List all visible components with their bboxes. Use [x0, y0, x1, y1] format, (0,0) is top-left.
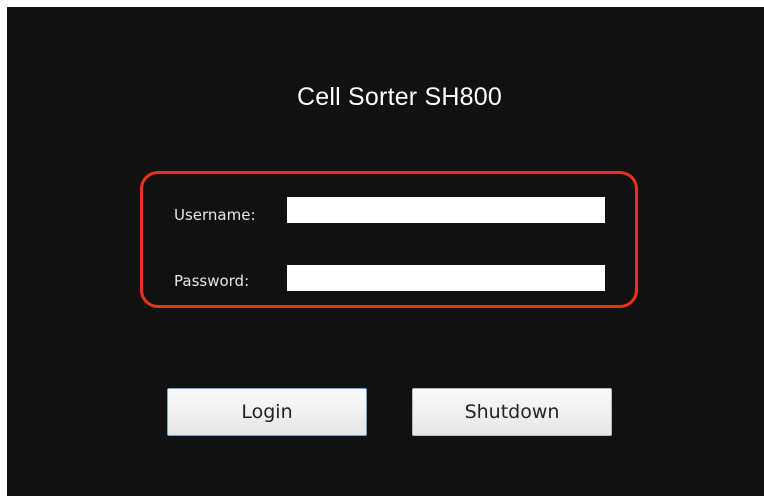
username-label: Username:: [174, 206, 256, 224]
login-screen: Cell Sorter SH800 Username: Password: Lo…: [7, 7, 764, 496]
app-title: Cell Sorter SH800: [297, 83, 502, 111]
password-label: Password:: [174, 272, 250, 290]
password-input[interactable]: [287, 265, 605, 291]
login-button[interactable]: Login: [167, 388, 367, 436]
shutdown-button[interactable]: Shutdown: [412, 388, 612, 436]
username-input[interactable]: [287, 197, 605, 223]
